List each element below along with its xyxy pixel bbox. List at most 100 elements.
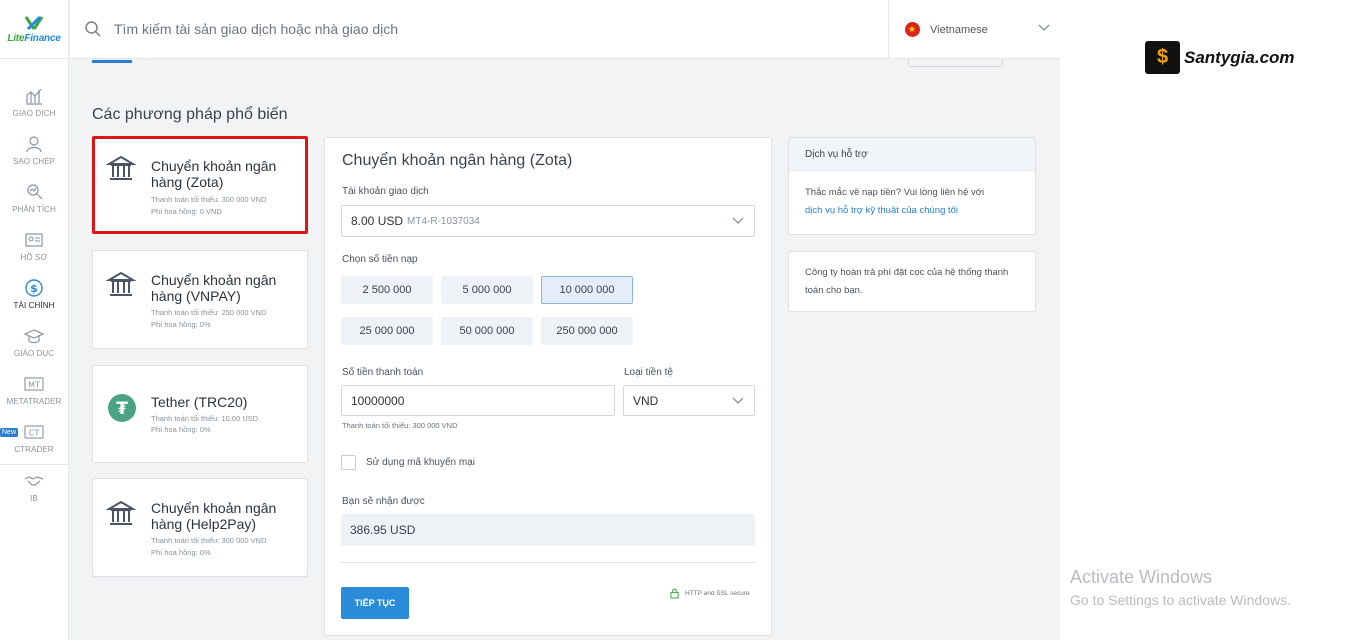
method-name: Chuyển khoản ngân hàng (Zota) xyxy=(151,158,277,190)
sidebar-item-phan-tich[interactable]: PHÂN TÍCH xyxy=(0,174,68,222)
account-id: MT4-R-1037034 xyxy=(407,215,480,227)
sidebar: LiteFinance GIAO DỊCH SAO CHÉP PHÂN TÍCH… xyxy=(0,0,69,640)
chevron-down-icon xyxy=(732,217,744,224)
profile-card-icon xyxy=(25,233,43,247)
watermark: $ Santygia.com xyxy=(1145,41,1295,74)
refund-card: Công ty hoàn trả phí đặt cọc của hệ thốn… xyxy=(788,251,1036,312)
account-label: Tài khoản giao dịch xyxy=(342,186,429,197)
amount-option[interactable]: 2 500 000 xyxy=(341,276,433,304)
top-bar: Tìm kiếm tài sản giao dịch hoặc nhà giao… xyxy=(70,0,1060,59)
method-card-zota[interactable]: Chuyển khoản ngân hàng (Zota) Thanh toán… xyxy=(92,136,308,234)
method-card-tether[interactable]: ₮ Tether (TRC20) Thanh toán tối thiểu: 1… xyxy=(92,365,308,463)
bank-icon xyxy=(106,155,136,180)
support-title: Dịch vụ hỗ trợ xyxy=(789,138,1035,171)
sidebar-item-ho-so[interactable]: HỒ SƠ xyxy=(0,222,68,270)
amount-option[interactable]: 5 000 000 xyxy=(441,276,533,304)
watermark-text: Santygia.com xyxy=(1184,47,1295,67)
ct-icon: CT xyxy=(24,425,44,439)
header-button-edge xyxy=(908,59,1003,67)
method-fee: Phí hoa hồng: 0 VND xyxy=(151,207,222,216)
sidebar-item-giao-duc[interactable]: GIÁO DỤC xyxy=(0,318,68,366)
svg-text:CT: CT xyxy=(29,429,40,438)
continue-button[interactable]: TIẾP TỤC xyxy=(341,587,409,619)
method-card-help2pay[interactable]: Chuyển khoản ngân hàng (Help2Pay) Thanh … xyxy=(92,478,308,577)
amount-option-selected[interactable]: 10 000 000 xyxy=(541,276,633,304)
sidebar-item-metatrader[interactable]: MT METATRADER xyxy=(0,366,68,414)
sidebar-item-ctrader[interactable]: New CT CTRADER xyxy=(0,414,68,462)
method-name: Chuyển khoản ngân hàng (VNPAY) xyxy=(151,272,277,304)
currency-label: Loại tiền tệ xyxy=(624,367,673,378)
form-divider xyxy=(341,562,755,563)
refund-text: Công ty hoàn trả phí đặt cọc của hệ thốn… xyxy=(805,267,1009,296)
search-bar[interactable]: Tìm kiếm tài sản giao dịch hoặc nhà giao… xyxy=(84,20,398,38)
amount-option[interactable]: 25 000 000 xyxy=(341,317,433,345)
tether-icon: ₮ xyxy=(108,394,136,422)
bank-icon xyxy=(106,271,136,296)
method-fee: Phí hoa hồng: 0% xyxy=(151,548,211,557)
sidebar-item-giao-dich[interactable]: GIAO DỊCH xyxy=(0,78,68,126)
secure-badge: HTTP and SSL secure xyxy=(670,588,750,599)
activate-title: Activate Windows xyxy=(1070,567,1213,587)
receive-label: Bạn sẽ nhận được xyxy=(342,496,425,507)
payment-amount-input[interactable]: 10000000 xyxy=(341,385,615,416)
deposit-form-panel: Chuyển khoản ngân hàng (Zota) Tài khoản … xyxy=(324,137,772,636)
copy-user-icon xyxy=(26,136,42,153)
account-select[interactable]: 8.00 USD MT4-R-1037034 xyxy=(341,205,755,237)
svg-text:$: $ xyxy=(30,282,38,295)
logo-mark-icon xyxy=(24,15,44,30)
form-title: Chuyển khoản ngân hàng (Zota) xyxy=(342,152,573,169)
watermark-logo: $ xyxy=(1145,41,1180,74)
support-text: Thắc mắc về nạp tiền? Vui lòng liên hệ v… xyxy=(805,187,985,198)
amount-label: Chọn số tiền nạp xyxy=(342,254,418,265)
method-min: Thanh toán tối thiểu: 250 000 VND xyxy=(151,308,267,317)
sidebar-item-label: IB xyxy=(30,494,38,503)
min-payment-note: Thanh toán tối thiểu: 300 000 VND xyxy=(342,421,458,430)
sidebar-item-label: TÀI CHÍNH xyxy=(13,301,55,310)
secure-label: HTTP and SSL secure xyxy=(685,590,750,597)
language-label: Vietnamese xyxy=(930,23,988,36)
currency-value: VND xyxy=(633,393,659,408)
logo-text: LiteFinance xyxy=(7,32,61,44)
method-min: Thanh toán tối thiểu: 300 000 VND xyxy=(151,536,267,545)
support-body: Thắc mắc về nạp tiền? Vui lòng liên hệ v… xyxy=(789,171,1035,220)
support-link[interactable]: dịch vụ hỗ trợ kỹ thuật của chúng tôi xyxy=(805,205,958,216)
logo[interactable]: LiteFinance xyxy=(0,0,68,59)
sidebar-item-label: PHÂN TÍCH xyxy=(12,205,56,214)
currency-select[interactable]: VND xyxy=(623,385,755,416)
chevron-down-icon xyxy=(732,397,744,404)
sidebar-item-ib[interactable]: IB xyxy=(0,467,68,507)
activate-subtitle: Go to Settings to activate Windows. xyxy=(1070,592,1291,608)
sidebar-item-label: SAO CHÉP xyxy=(12,157,56,166)
analysis-icon xyxy=(27,184,43,200)
section-title: Các phương pháp phổ biến xyxy=(92,106,288,123)
search-input[interactable]: Tìm kiếm tài sản giao dịch hoặc nhà giao… xyxy=(114,21,398,37)
method-card-vnpay[interactable]: Chuyển khoản ngân hàng (VNPAY) Thanh toá… xyxy=(92,250,308,349)
language-selector[interactable]: Vietnamese xyxy=(888,0,1060,59)
amount-option[interactable]: 250 000 000 xyxy=(541,317,633,345)
svg-text:MT: MT xyxy=(28,381,40,390)
sidebar-item-label: GIÁO DỤC xyxy=(13,349,55,358)
payment-label: Số tiền thanh toán xyxy=(342,367,424,378)
sidebar-item-label: CTRADER xyxy=(14,445,54,454)
chevron-down-icon xyxy=(1038,24,1050,31)
method-min: Thanh toán tối thiểu: 300 000 VND xyxy=(151,195,267,204)
support-card: Dịch vụ hỗ trợ Thắc mắc về nạp tiền? Vui… xyxy=(788,137,1036,235)
sidebar-item-tai-chinh[interactable]: $ TÀI CHÍNH xyxy=(0,270,68,318)
activate-windows-notice: Activate Windows Go to Settings to activ… xyxy=(1070,567,1291,608)
sidebar-item-label: GIAO DỊCH xyxy=(12,109,56,118)
search-icon xyxy=(85,21,101,37)
method-name: Tether (TRC20) xyxy=(151,394,248,410)
svg-text:₮: ₮ xyxy=(116,399,128,419)
amount-option[interactable]: 50 000 000 xyxy=(441,317,533,345)
method-name: Chuyển khoản ngân hàng (Help2Pay) xyxy=(151,500,277,532)
promo-label: Sử dụng mã khuyến mại xyxy=(366,457,475,468)
receive-amount: 386.95 USD xyxy=(341,514,755,546)
chart-icon xyxy=(26,88,42,105)
active-tab-indicator xyxy=(92,60,132,63)
account-balance: 8.00 USD xyxy=(351,214,404,228)
method-fee: Phí hoa hồng: 0% xyxy=(151,320,211,329)
promo-checkbox[interactable] xyxy=(341,455,356,470)
graduation-cap-icon xyxy=(24,329,44,344)
sidebar-item-sao-chep[interactable]: SAO CHÉP xyxy=(0,126,68,174)
sidebar-item-label: HỒ SƠ xyxy=(20,253,48,262)
